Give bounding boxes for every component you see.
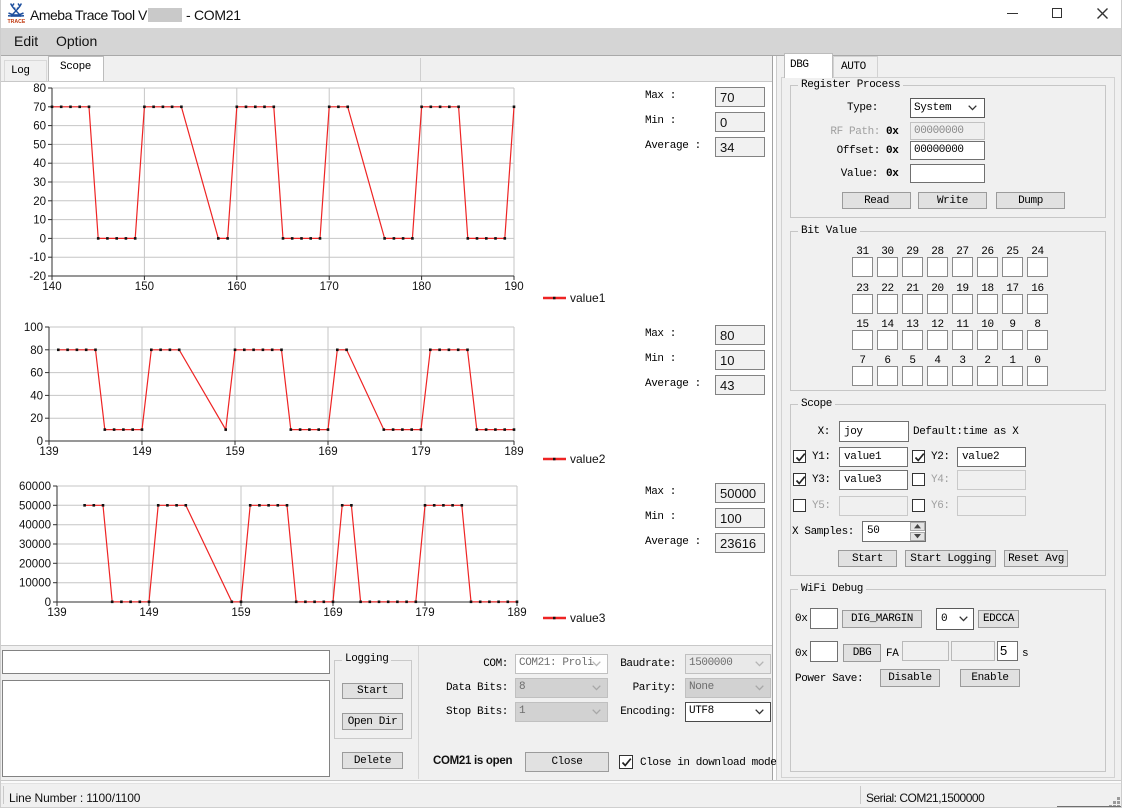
svg-text:TRACE: TRACE — [8, 19, 26, 24]
svg-text:40: 40 — [30, 390, 43, 402]
svg-text:149: 149 — [132, 446, 151, 458]
svg-text:value2: value2 — [570, 452, 606, 466]
svg-text:30000: 30000 — [19, 539, 51, 551]
svg-text:80: 80 — [30, 345, 43, 357]
svg-text:169: 169 — [323, 607, 342, 619]
svg-text:-10: -10 — [29, 252, 46, 264]
svg-text:50000: 50000 — [19, 500, 51, 512]
svg-text:170: 170 — [320, 281, 339, 293]
svg-text:159: 159 — [231, 607, 250, 619]
svg-text:60: 60 — [33, 121, 46, 133]
svg-text:149: 149 — [139, 607, 158, 619]
svg-text:179: 179 — [415, 607, 434, 619]
svg-text:180: 180 — [412, 281, 431, 293]
svg-text:10: 10 — [33, 215, 46, 227]
svg-text:160: 160 — [227, 281, 246, 293]
svg-text:139: 139 — [47, 607, 66, 619]
svg-text:value1: value1 — [570, 291, 606, 305]
svg-text:190: 190 — [504, 281, 523, 293]
svg-text:10000: 10000 — [19, 578, 51, 590]
svg-text:159: 159 — [225, 446, 244, 458]
svg-text:80: 80 — [33, 83, 46, 95]
svg-text:value3: value3 — [570, 611, 606, 625]
svg-text:40: 40 — [33, 158, 46, 170]
svg-text:189: 189 — [507, 607, 526, 619]
svg-text:60: 60 — [30, 368, 43, 380]
svg-text:140: 140 — [42, 281, 61, 293]
svg-text:139: 139 — [39, 446, 58, 458]
svg-text:0: 0 — [40, 233, 46, 245]
svg-text:20: 20 — [30, 413, 43, 425]
svg-text:179: 179 — [411, 446, 430, 458]
svg-text:70: 70 — [33, 102, 46, 114]
svg-text:40000: 40000 — [19, 520, 51, 532]
svg-text:30: 30 — [33, 177, 46, 189]
svg-text:150: 150 — [135, 281, 154, 293]
svg-text:169: 169 — [318, 446, 337, 458]
svg-text:189: 189 — [504, 446, 523, 458]
svg-text:100: 100 — [24, 322, 43, 334]
svg-text:50: 50 — [33, 139, 46, 151]
svg-text:20000: 20000 — [19, 558, 51, 570]
svg-text:60000: 60000 — [19, 481, 51, 493]
svg-text:20: 20 — [33, 196, 46, 208]
